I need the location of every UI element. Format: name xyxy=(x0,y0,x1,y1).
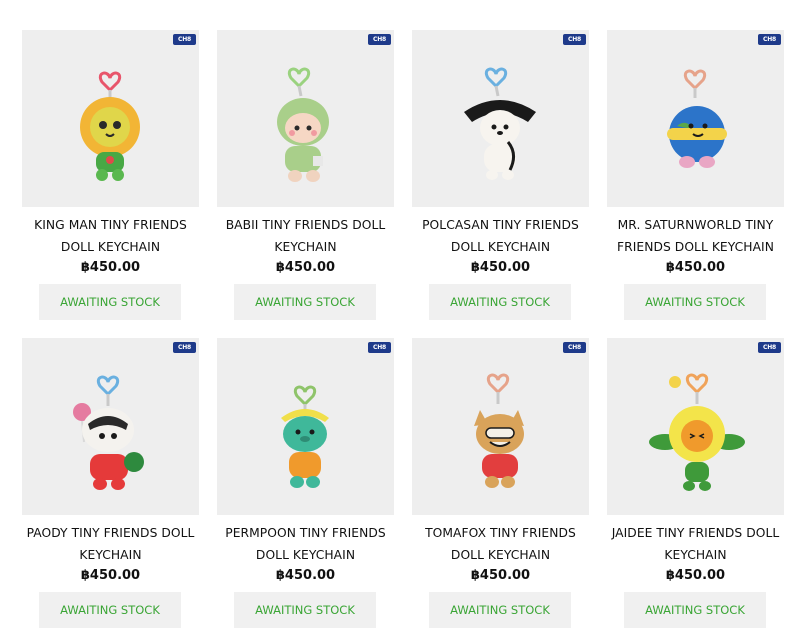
brand-badge: CH8 xyxy=(368,342,391,353)
product-title[interactable]: PERMPOON TINY FRIENDS DOLL KEYCHAIN xyxy=(217,523,394,566)
product-price: ฿450.00 xyxy=(665,260,726,275)
product-image[interactable]: CH8 xyxy=(217,338,394,515)
awaiting-stock-button[interactable]: AWAITING STOCK xyxy=(39,592,181,628)
product-card[interactable]: CH8 PAODY TINY FRIENDS DOLL KEYCHAIN ฿45… xyxy=(22,338,199,630)
product-card[interactable]: CH8 POLCASAN TINY FRIENDS DOLL KEYCHAIN … xyxy=(412,30,589,322)
brand-badge: CH8 xyxy=(368,34,391,45)
product-price: ฿450.00 xyxy=(80,568,141,583)
product-title[interactable]: JAIDEE TINY FRIENDS DOLL KEYCHAIN xyxy=(607,523,784,566)
product-title[interactable]: KING MAN TINY FRIENDS DOLL KEYCHAIN xyxy=(22,215,199,258)
product-image[interactable]: CH8 xyxy=(607,338,784,515)
brand-badge: CH8 xyxy=(758,34,781,45)
awaiting-stock-button[interactable]: AWAITING STOCK xyxy=(429,284,571,320)
babii-doll-image xyxy=(277,67,329,182)
product-price: ฿450.00 xyxy=(275,260,336,275)
product-price: ฿450.00 xyxy=(80,260,141,275)
awaiting-stock-button[interactable]: AWAITING STOCK xyxy=(429,592,571,628)
product-price: ฿450.00 xyxy=(470,260,531,275)
product-price: ฿450.00 xyxy=(665,568,726,583)
king-man-doll-image xyxy=(80,71,140,181)
permpoon-doll-image xyxy=(281,385,329,488)
product-title[interactable]: POLCASAN TINY FRIENDS DOLL KEYCHAIN xyxy=(412,215,589,258)
product-card[interactable]: CH8 MR. SATURNWORLD TINY FRIENDS DOLL KE… xyxy=(607,30,784,322)
product-image[interactable]: CH8 xyxy=(412,30,589,207)
product-title[interactable]: PAODY TINY FRIENDS DOLL KEYCHAIN xyxy=(22,523,199,566)
brand-badge: CH8 xyxy=(563,34,586,45)
product-title[interactable]: TOMAFOX TINY FRIENDS DOLL KEYCHAIN xyxy=(412,523,589,566)
brand-badge: CH8 xyxy=(173,34,196,45)
product-image[interactable]: CH8 xyxy=(22,30,199,207)
tomafox-doll-image xyxy=(474,373,524,488)
product-card[interactable]: CH8 TOMAFOX TINY FRIENDS DOLL KEYCHAIN ฿… xyxy=(412,338,589,630)
product-card[interactable]: CH8 JAIDEE TINY FRIENDS DOLL KEYCHAIN ฿4… xyxy=(607,338,784,630)
awaiting-stock-button[interactable]: AWAITING STOCK xyxy=(234,592,376,628)
product-title[interactable]: MR. SATURNWORLD TINY FRIENDS DOLL KEYCHA… xyxy=(607,215,784,258)
brand-badge: CH8 xyxy=(173,342,196,353)
product-image[interactable]: CH8 xyxy=(607,30,784,207)
awaiting-stock-button[interactable]: AWAITING STOCK xyxy=(624,592,766,628)
polcasan-doll-image xyxy=(464,67,536,180)
awaiting-stock-button[interactable]: AWAITING STOCK xyxy=(234,284,376,320)
product-title[interactable]: BABII TINY FRIENDS DOLL KEYCHAIN xyxy=(217,215,394,258)
brand-badge: CH8 xyxy=(758,342,781,353)
product-card[interactable]: CH8 BABII TINY FRIENDS DOLL KEYCHAIN ฿45… xyxy=(217,30,394,322)
product-image[interactable]: CH8 xyxy=(412,338,589,515)
mr-saturnworld-doll-image xyxy=(667,69,727,168)
product-image[interactable]: CH8 xyxy=(217,30,394,207)
product-card[interactable]: CH8 KING MAN TINY FRIENDS DOLL KEYCHAIN … xyxy=(22,30,199,322)
jaidee-doll-image xyxy=(649,373,745,491)
awaiting-stock-button[interactable]: AWAITING STOCK xyxy=(39,284,181,320)
paody-doll-image xyxy=(73,375,144,490)
product-price: ฿450.00 xyxy=(275,568,336,583)
product-image[interactable]: CH8 xyxy=(22,338,199,515)
product-card[interactable]: CH8 PERMPOON TINY FRIENDS DOLL KEYCHAIN … xyxy=(217,338,394,630)
brand-badge: CH8 xyxy=(563,342,586,353)
awaiting-stock-button[interactable]: AWAITING STOCK xyxy=(624,284,766,320)
product-price: ฿450.00 xyxy=(470,568,531,583)
